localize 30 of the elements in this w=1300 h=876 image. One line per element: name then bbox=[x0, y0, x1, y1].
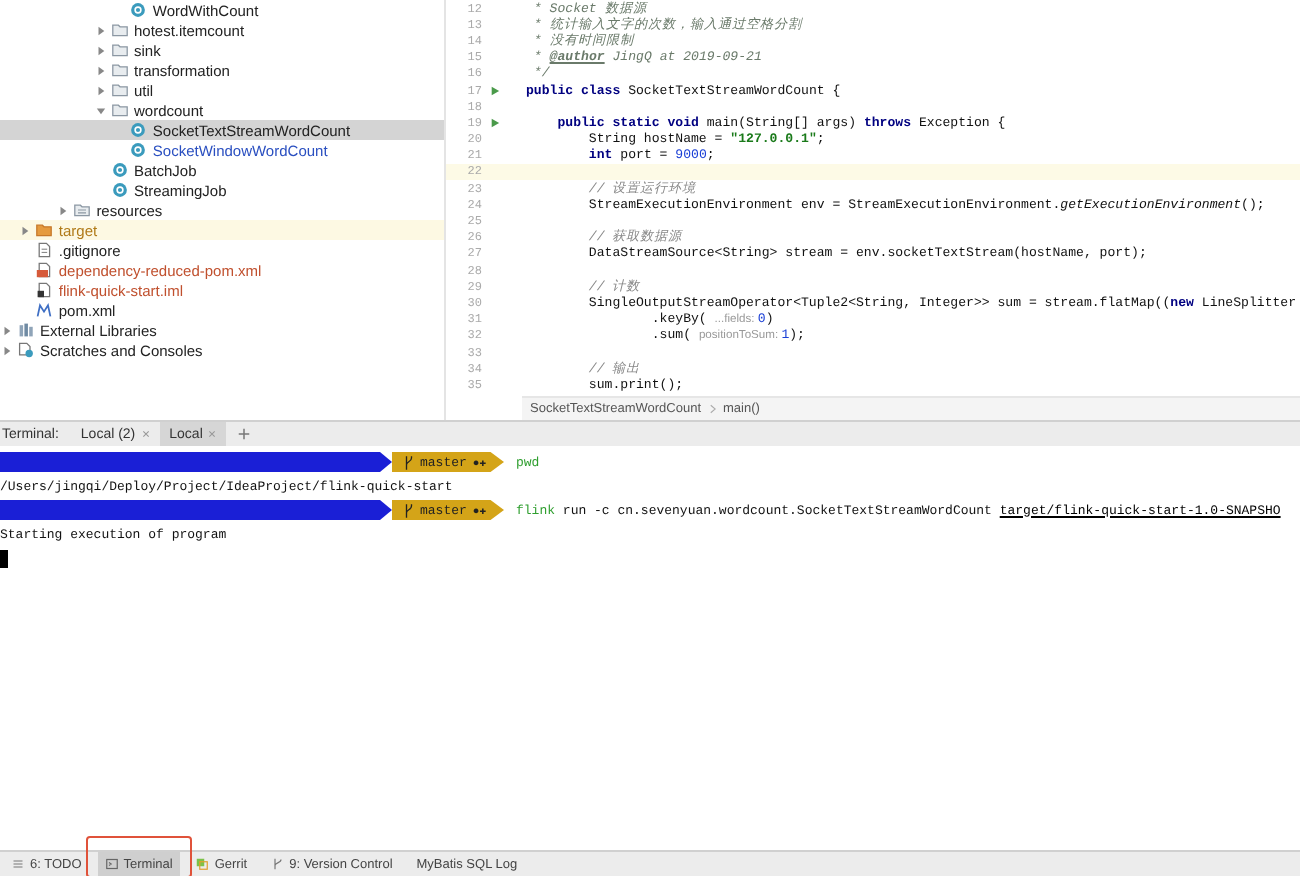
xml-file-icon bbox=[36, 262, 53, 278]
folder-icon bbox=[36, 222, 53, 238]
expand-arrow-icon[interactable] bbox=[96, 85, 106, 95]
terminal-icon bbox=[105, 858, 118, 870]
expand-arrow-icon[interactable] bbox=[2, 345, 12, 355]
expand-arrow-icon[interactable] bbox=[96, 105, 106, 115]
chevron-icon bbox=[709, 404, 715, 414]
file-icon bbox=[36, 242, 53, 258]
folder-icon bbox=[74, 202, 91, 218]
expand-arrow-icon[interactable] bbox=[2, 325, 12, 335]
run-icon[interactable] bbox=[490, 117, 500, 128]
terminal-cursor bbox=[0, 549, 8, 567]
scratches-icon bbox=[18, 342, 34, 358]
libraries-icon bbox=[18, 322, 34, 338]
add-icon[interactable] bbox=[238, 428, 251, 440]
maven-file-icon bbox=[36, 302, 53, 318]
gerrit-icon bbox=[196, 858, 209, 870]
expand-arrow-icon[interactable] bbox=[58, 205, 69, 215]
branch-icon bbox=[404, 455, 414, 469]
expand-arrow-icon[interactable] bbox=[96, 45, 106, 55]
branch-icon bbox=[404, 503, 414, 517]
list-icon bbox=[12, 858, 24, 870]
expand-arrow-icon[interactable] bbox=[96, 25, 106, 35]
expand-arrow-icon[interactable] bbox=[20, 225, 31, 235]
close-icon[interactable] bbox=[141, 430, 150, 438]
expand-arrow-icon[interactable] bbox=[96, 65, 106, 75]
run-icon[interactable] bbox=[490, 85, 500, 96]
branch-icon bbox=[271, 858, 284, 870]
close-icon[interactable] bbox=[208, 430, 217, 438]
module-file-icon bbox=[36, 282, 53, 298]
